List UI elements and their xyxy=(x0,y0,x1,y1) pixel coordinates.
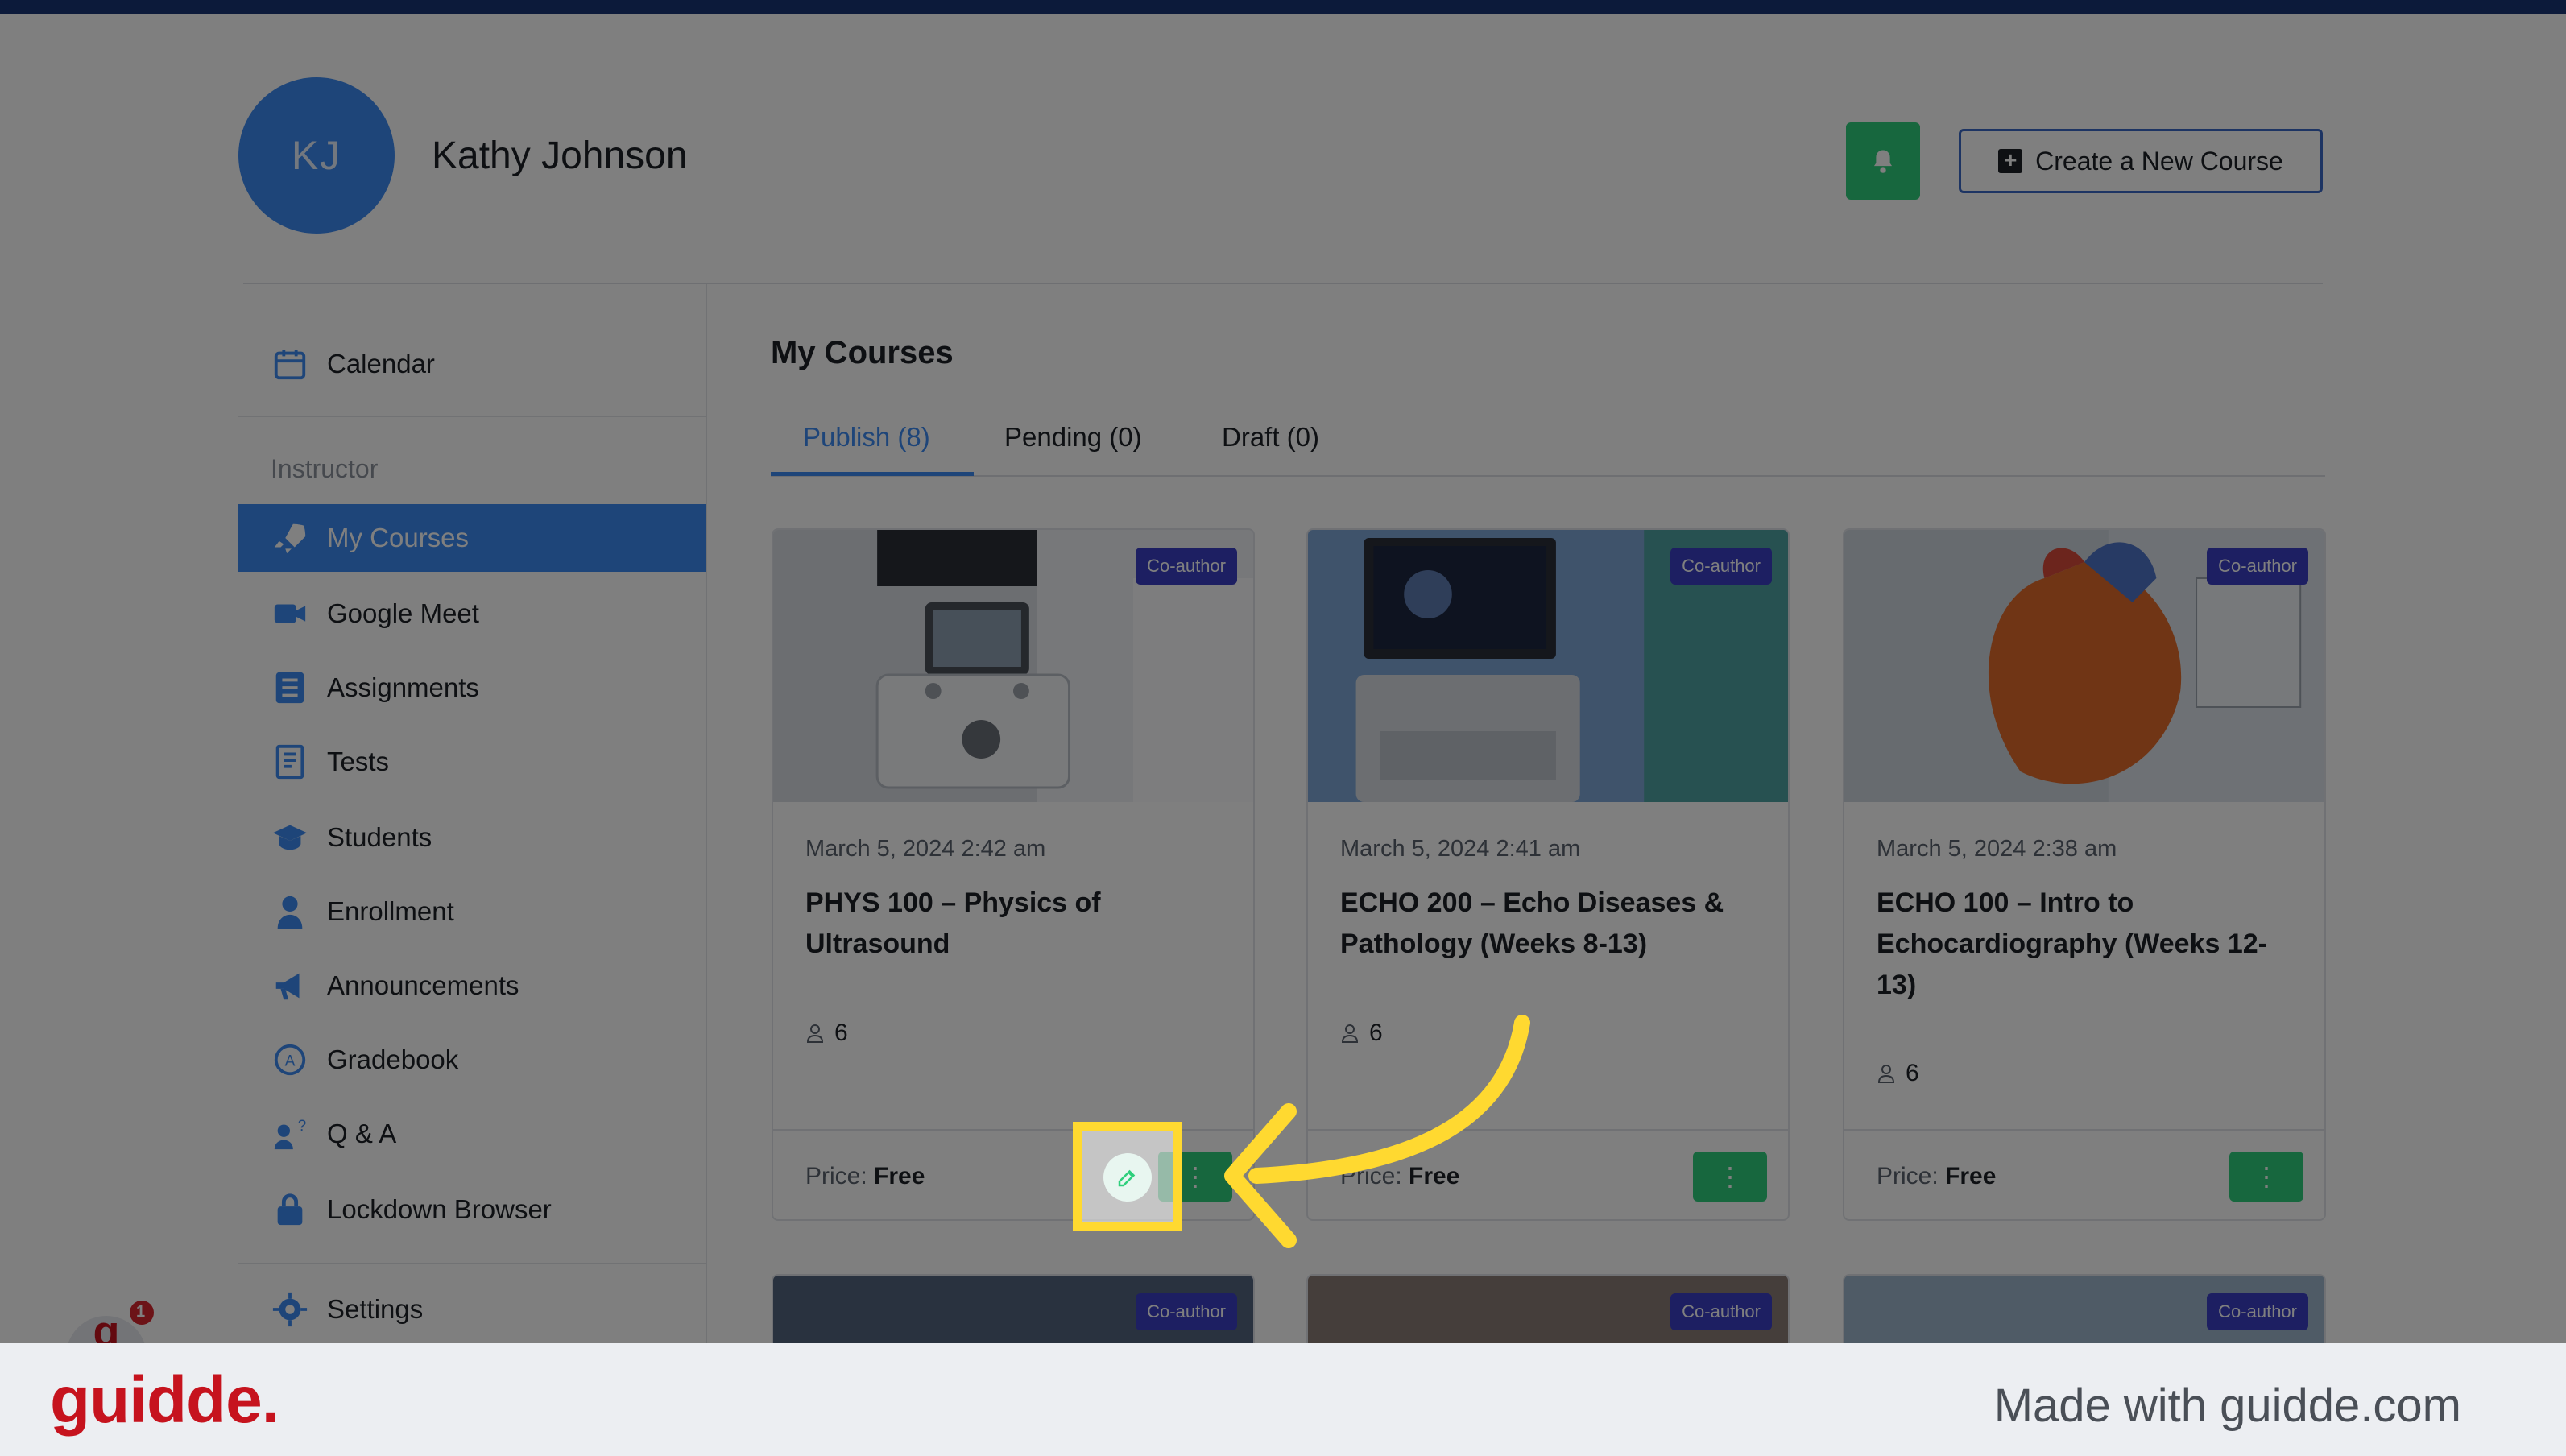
card-footer: Price: Free ⋮ xyxy=(1844,1129,2324,1219)
price-value: Free xyxy=(1945,1163,1997,1189)
pointer-arrow xyxy=(1224,1015,1530,1248)
lock-icon xyxy=(271,1190,309,1229)
page-title: My Courses xyxy=(771,335,954,370)
calendar-icon xyxy=(271,345,309,383)
tab-active-indicator xyxy=(771,472,974,476)
sidebar-separator xyxy=(238,1263,706,1264)
megaphone-icon xyxy=(271,966,309,1005)
sidebar-item-label: Tests xyxy=(327,747,390,776)
sidebar-item-enrollment[interactable]: Enrollment xyxy=(238,878,706,945)
tab-draft[interactable]: Draft (0) xyxy=(1222,422,1319,453)
sidebar-item-assignments[interactable]: Assignments xyxy=(238,654,706,722)
gradebook-icon: A xyxy=(271,1040,309,1079)
sidebar-item-tests[interactable]: Tests xyxy=(238,728,706,796)
top-bar xyxy=(0,0,2566,14)
graduation-cap-icon xyxy=(271,818,309,857)
more-options-button[interactable]: ⋮ xyxy=(1693,1152,1767,1202)
bell-icon xyxy=(1873,150,1893,173)
course-card[interactable]: Co-author xyxy=(1843,1274,2326,1343)
sidebar-item-announcements[interactable]: Announcements xyxy=(238,952,706,1020)
course-date: March 5, 2024 2:42 am xyxy=(805,836,1046,862)
video-icon xyxy=(271,594,309,633)
sidebar-item-label: Lockdown Browser xyxy=(327,1194,552,1224)
sidebar-item-label: Q & A xyxy=(327,1119,397,1148)
student-count-value: 6 xyxy=(834,1020,848,1046)
sidebar-item-label: My Courses xyxy=(327,523,470,552)
more-options-button[interactable]: ⋮ xyxy=(2229,1152,2303,1202)
qa-icon: ? xyxy=(271,1115,309,1153)
gear-icon xyxy=(271,1290,309,1329)
sidebar-item-label: Gradebook xyxy=(327,1044,459,1074)
sidebar-separator xyxy=(238,416,706,417)
co-author-badge: Co-author xyxy=(1670,1293,1772,1330)
create-course-button[interactable]: + Create a New Course xyxy=(1959,129,2323,193)
svg-text:?: ? xyxy=(298,1118,307,1135)
sidebar-item-gradebook[interactable]: A Gradebook xyxy=(238,1026,706,1094)
sidebar-item-google-meet[interactable]: Google Meet xyxy=(238,580,706,647)
sidebar-item-students[interactable]: Students xyxy=(238,804,706,871)
user-outline-icon xyxy=(1877,1065,1895,1083)
co-author-badge: Co-author xyxy=(1136,548,1237,585)
made-with-text: Made with guidde.com xyxy=(1993,1379,2461,1432)
user-name: Kathy Johnson xyxy=(432,134,688,177)
course-tabs: Publish (8) Pending (0) Draft (0) xyxy=(771,407,2325,477)
user-icon xyxy=(271,892,309,931)
user-outline-icon xyxy=(806,1024,824,1043)
sidebar-item-my-courses[interactable]: My Courses xyxy=(238,504,706,572)
course-card[interactable]: Co-author xyxy=(772,1274,1255,1343)
sidebar-item-label: Assignments xyxy=(327,672,479,702)
price-value: Free xyxy=(874,1163,925,1189)
plus-icon: + xyxy=(1998,149,2023,173)
course-title[interactable]: ECHO 100 – Intro to Echocardiography (We… xyxy=(1877,883,2295,1006)
svg-text:g: g xyxy=(93,1308,120,1343)
course-date: March 5, 2024 2:38 am xyxy=(1877,836,2117,862)
notification-button[interactable] xyxy=(1846,122,1920,200)
help-badge-count: 1 xyxy=(136,1303,146,1321)
checklist-icon xyxy=(271,668,309,707)
sidebar-item-label: Google Meet xyxy=(327,598,479,628)
co-author-badge: Co-author xyxy=(2207,548,2308,585)
sidebar-item-label: Calendar xyxy=(327,349,435,378)
sidebar-item-label: Settings xyxy=(327,1294,424,1324)
co-author-badge: Co-author xyxy=(2207,1293,2308,1330)
sidebar-divider xyxy=(706,284,707,1343)
bottom-bar: guidde. Made with guidde.com xyxy=(0,1343,2566,1456)
price: Price: Free xyxy=(805,1163,925,1190)
avatar[interactable]: KJ xyxy=(238,77,395,234)
create-course-label: Create a New Course xyxy=(2035,146,2283,176)
course-card[interactable]: Co-author xyxy=(1306,1274,1790,1343)
course-title[interactable]: ECHO 200 – Echo Diseases & Pathology (We… xyxy=(1340,883,1759,965)
sidebar-item-qa[interactable]: ? Q & A xyxy=(238,1100,706,1168)
edit-icon xyxy=(1118,1169,1136,1187)
course-title[interactable]: PHYS 100 – Physics of Ultrasound xyxy=(805,883,1224,965)
tab-publish[interactable]: Publish (8) xyxy=(803,422,930,453)
course-date: March 5, 2024 2:41 am xyxy=(1340,836,1581,862)
rocket-icon xyxy=(271,519,309,557)
student-count-value: 6 xyxy=(1906,1060,1919,1086)
course-card[interactable]: Co-author March 5, 2024 2:38 am ECHO 100… xyxy=(1843,528,2326,1221)
price-label: Price: xyxy=(1877,1163,1939,1189)
student-count: 6 xyxy=(1877,1060,1919,1087)
sidebar-item-label: Students xyxy=(327,822,432,852)
price: Price: Free xyxy=(1877,1163,1996,1190)
sidebar-section-heading: Instructor xyxy=(271,454,379,483)
co-author-badge: Co-author xyxy=(1670,548,1772,585)
sidebar-item-label: Announcements xyxy=(327,970,519,1000)
edit-course-button[interactable] xyxy=(1103,1153,1152,1202)
course-card[interactable]: Co-author March 5, 2024 2:42 am PHYS 100… xyxy=(772,528,1255,1221)
svg-text:A: A xyxy=(285,1053,296,1070)
sidebar-item-settings[interactable]: Settings xyxy=(238,1276,706,1343)
tab-pending[interactable]: Pending (0) xyxy=(1004,422,1142,453)
test-sheet-icon xyxy=(271,742,309,781)
sidebar-item-lockdown-browser[interactable]: Lockdown Browser xyxy=(238,1176,706,1243)
co-author-badge: Co-author xyxy=(1136,1293,1237,1330)
guidde-logo: guidde. xyxy=(50,1363,280,1437)
sidebar-item-label: Enrollment xyxy=(327,896,454,926)
price-label: Price: xyxy=(805,1163,867,1189)
student-count: 6 xyxy=(805,1020,848,1047)
header-divider xyxy=(243,283,2323,284)
sidebar-item-calendar[interactable]: Calendar xyxy=(238,330,706,398)
